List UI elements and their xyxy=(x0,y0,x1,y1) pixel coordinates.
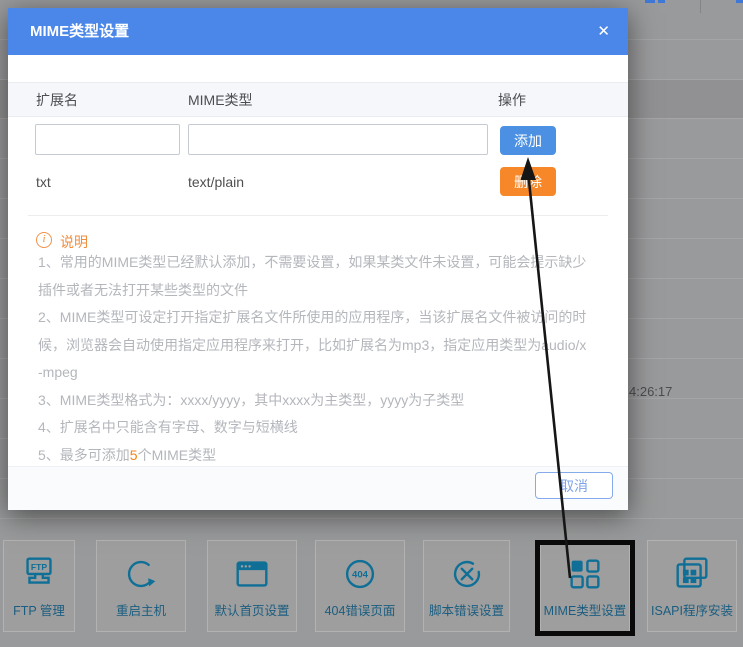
mime-type-input[interactable] xyxy=(188,124,488,155)
toolbar-button-label: 默认首页设置 xyxy=(214,600,289,619)
toolbar-button-label: FTP 管理 xyxy=(13,600,65,619)
toolbar-button-restart-host[interactable]: 重启主机 xyxy=(96,540,186,632)
clipped-blue-element xyxy=(736,0,743,3)
column-header-mime-type: MIME类型 xyxy=(188,90,253,110)
note-item: 3、MIME类型格式为：xxxx/yyyy，其中xxxx为主类型，yyyy为子类… xyxy=(38,387,588,415)
row-extension-value: txt xyxy=(36,174,51,190)
delete-button[interactable]: 删除 xyxy=(500,167,556,196)
404-icon-text: 404 xyxy=(352,569,369,580)
background-timestamp: 4:26:17 xyxy=(629,384,672,399)
toolbar-button-ftp[interactable]: FTP FTP 管理 xyxy=(3,540,75,632)
note-item-text: 个MIME类型 xyxy=(138,447,217,463)
toolbar-button-isapi-install[interactable]: ISAPI程序安装 xyxy=(647,540,737,632)
annotation-highlight-rectangle xyxy=(535,540,635,636)
isapi-pages-icon xyxy=(671,553,713,595)
mime-settings-modal: MIME类型设置 ✕ 扩展名 MIME类型 操作 添加 txt text/pla… xyxy=(8,8,628,510)
cancel-button[interactable]: 取消 xyxy=(535,472,613,499)
toolbar-button-label: 脚本错误设置 xyxy=(429,600,504,619)
note-item-highlight: 5 xyxy=(130,447,138,463)
modal-header: MIME类型设置 ✕ xyxy=(8,8,628,55)
column-header-action: 操作 xyxy=(498,90,526,110)
clipped-blue-element xyxy=(658,0,665,3)
toolbar-button-label: ISAPI程序安装 xyxy=(651,600,733,619)
toolbar-button-label: 404错误页面 xyxy=(325,600,396,619)
script-error-icon xyxy=(446,553,488,595)
info-icon: i xyxy=(36,232,52,248)
restart-icon xyxy=(120,553,162,595)
row-divider xyxy=(28,215,608,216)
toolbar-button-label: 重启主机 xyxy=(116,600,166,619)
table-row-line xyxy=(0,518,743,519)
note-list: 1、常用的MIME类型已经默认添加，不需要设置，如果某类文件未设置，可能会提示缺… xyxy=(38,249,588,469)
toolbar-button-default-homepage[interactable]: 默认首页设置 xyxy=(207,540,297,632)
add-button[interactable]: 添加 xyxy=(500,126,556,155)
note-item: 5、最多可添加5个MIME类型 xyxy=(38,442,588,470)
ftp-monitor-icon: FTP xyxy=(18,553,60,595)
clipped-column-divider xyxy=(700,0,701,13)
modal-title: MIME类型设置 xyxy=(30,8,129,55)
close-icon[interactable]: ✕ xyxy=(597,8,610,55)
note-item-text: 5、最多可添加 xyxy=(38,447,130,463)
table-header-row xyxy=(8,82,628,117)
extension-input[interactable] xyxy=(35,124,180,155)
toolbar-button-404-page[interactable]: 404 404错误页面 xyxy=(315,540,405,632)
note-item: 4、扩展名中只能含有字母、数字与短横线 xyxy=(38,414,588,442)
toolbar-button-script-error[interactable]: 脚本错误设置 xyxy=(423,540,510,632)
column-header-extension: 扩展名 xyxy=(36,90,78,110)
404-circle-icon: 404 xyxy=(339,553,381,595)
ftp-icon-text: FTP xyxy=(31,562,47,572)
note-item: 2、MIME类型可设定打开指定扩展名文件所使用的应用程序，当该扩展名文件被访问的… xyxy=(38,304,588,387)
row-mime-value: text/plain xyxy=(188,174,244,190)
browser-window-icon xyxy=(231,553,273,595)
clipped-blue-element xyxy=(645,0,655,3)
note-item: 1、常用的MIME类型已经默认添加，不需要设置，如果某类文件未设置，可能会提示缺… xyxy=(38,249,588,304)
